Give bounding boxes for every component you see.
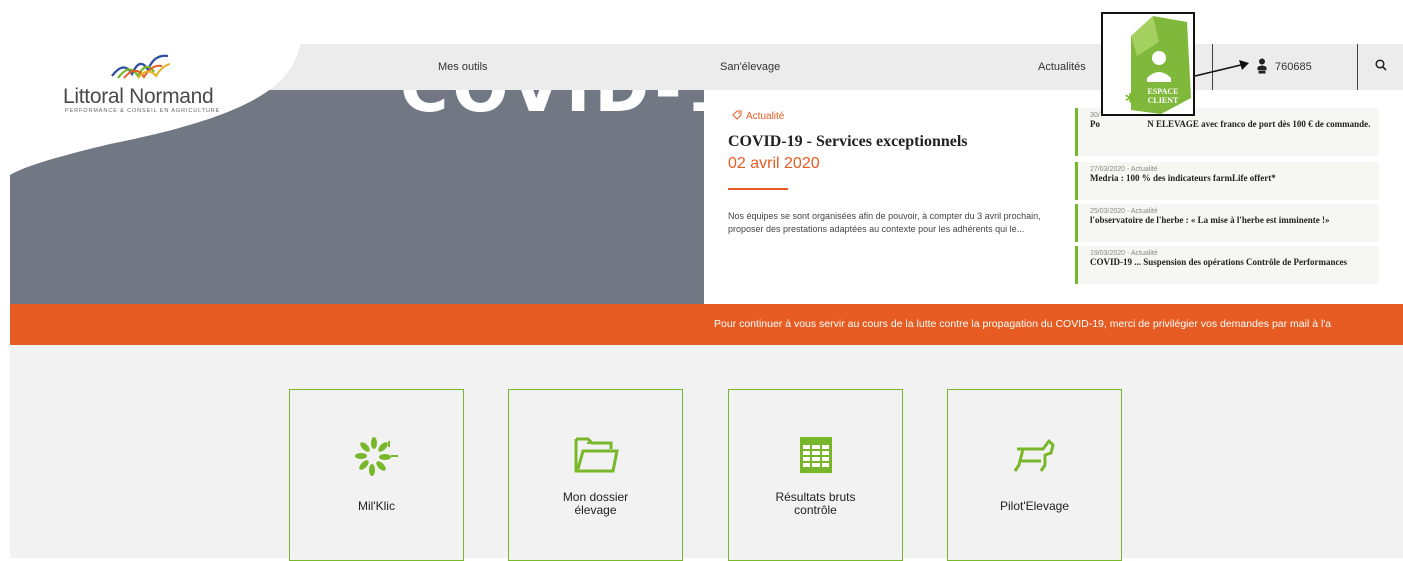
search-button[interactable] — [1358, 44, 1403, 90]
news-item[interactable]: 25/03/2020 - Actualité l'observatoire de… — [1075, 204, 1379, 242]
article-date: 02 avril 2020 — [728, 155, 820, 172]
nav-item-actualites[interactable]: Actualités — [1038, 44, 1086, 90]
user-id: 760685 — [1275, 61, 1312, 73]
nav-item-sanelevage[interactable]: San'élevage — [720, 44, 780, 90]
article-tag-label: Actualité — [746, 111, 785, 122]
news-meta: 19/03/2020 - Actualité — [1090, 250, 1158, 257]
tile-milklic[interactable]: Mil'Klic — [289, 389, 464, 561]
news-item[interactable]: 19/03/2020 - Actualité COVID-19 ... Susp… — [1075, 246, 1379, 284]
tile-resultats-bruts[interactable]: Résultats bruts contrôle — [728, 389, 903, 561]
hero-title: COVID-19 — [400, 90, 704, 127]
search-icon — [1374, 58, 1387, 76]
cow-icon — [948, 435, 1121, 480]
milklic-icon — [290, 435, 463, 480]
logo-tagline: PERFORMANCE & CONSEIL EN AGRICULTURE — [65, 108, 221, 114]
espace-client-line1: ESPACE — [1147, 87, 1179, 96]
article-divider — [728, 188, 788, 190]
tile-mon-dossier[interactable]: Mon dossier élevage — [508, 389, 683, 561]
news-title: COVID-19 ... Suspension des opérations C… — [1090, 257, 1347, 267]
table-icon — [729, 435, 902, 480]
user-icon — [1257, 58, 1267, 77]
tools-section — [10, 345, 1403, 558]
article-tag: Actualité — [732, 110, 784, 123]
tile-label: Pilot'Elevage — [1000, 499, 1069, 513]
espace-client-label: ESPACE CLIENT — [1134, 87, 1192, 105]
logo-swirl-icon — [111, 54, 170, 79]
tile-label: Mil'Klic — [358, 499, 395, 513]
news-meta: 25/03/2020 - Actualité — [1090, 208, 1158, 215]
espace-client-line2: CLIENT — [1147, 96, 1179, 105]
news-meta: 27/03/2020 - Actualité — [1090, 166, 1158, 173]
folder-icon — [509, 435, 682, 480]
news-title: l'observatoire de l'herbe : « La mise à … — [1090, 215, 1330, 225]
article-title[interactable]: COVID-19 - Services exceptionnels — [728, 133, 968, 151]
info-banner-text: Pour continuer à vous servir au cours de… — [714, 318, 1332, 330]
logo-name[interactable]: Littoral Normand — [63, 85, 214, 109]
tag-icon — [732, 110, 742, 123]
tile-label: Mon dossier élevage — [562, 490, 629, 517]
news-title: Medria : 100 % des indicateurs farmLife … — [1090, 173, 1276, 183]
tile-label: Résultats bruts contrôle — [775, 490, 856, 517]
tile-pilot-elevage[interactable]: Pilot'Elevage — [947, 389, 1122, 561]
news-title: Po N ELEVAGE avec franco de port dès 100… — [1090, 119, 1371, 129]
article-excerpt: Nos équipes se sont organisées afin de p… — [728, 211, 1041, 234]
arrow-icon — [1194, 60, 1249, 77]
nav-item-mes-outils[interactable]: Mes outils — [438, 44, 488, 90]
news-item[interactable]: 27/03/2020 - Actualité Medria : 100 % de… — [1075, 162, 1379, 200]
